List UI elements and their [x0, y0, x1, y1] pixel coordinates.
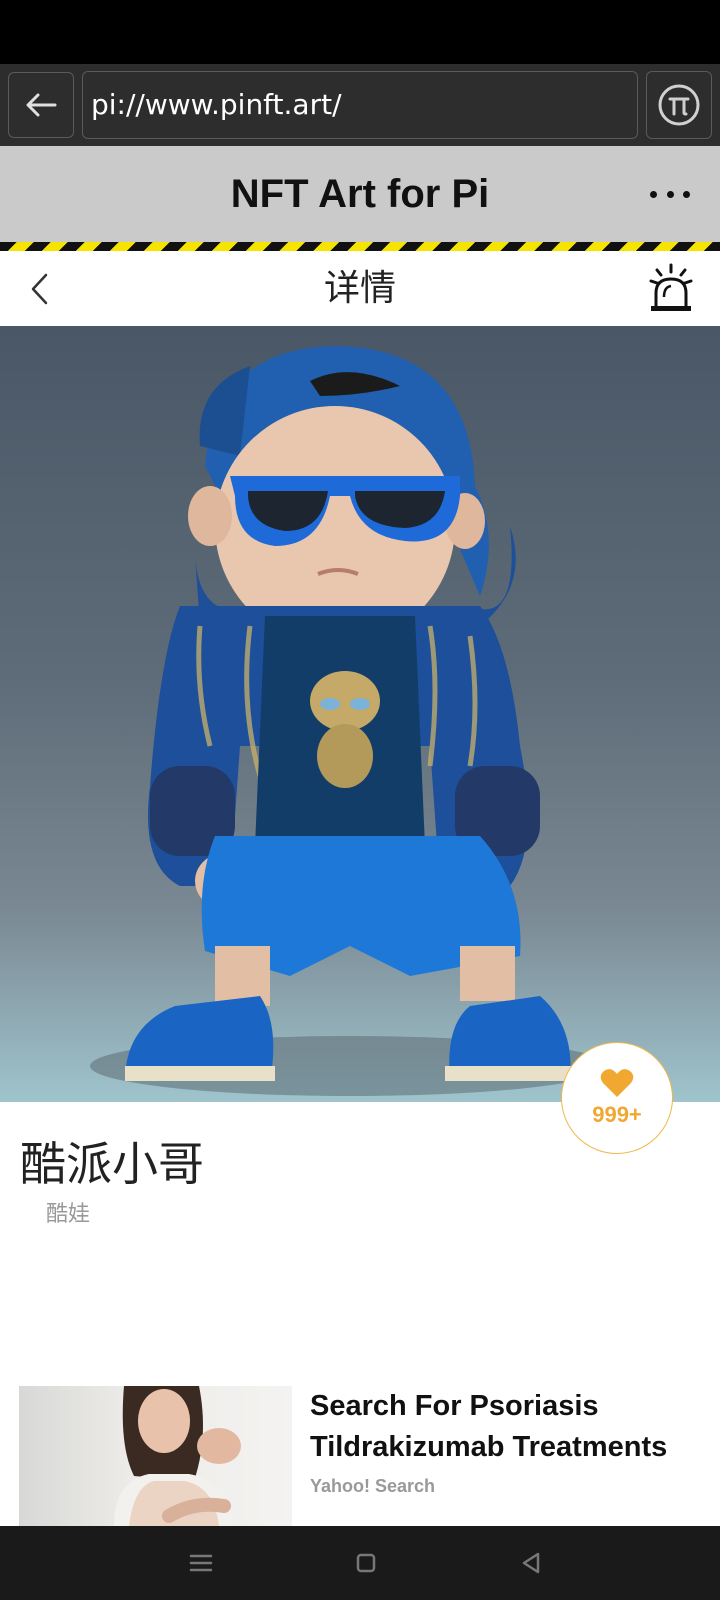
ad-card[interactable]: Search For Psoriasis Tildrakizumab Treat… [0, 1386, 720, 1526]
like-count: 999+ [592, 1102, 642, 1127]
baby-character-illustration [90, 346, 610, 1096]
ad-image[interactable] [19, 1386, 292, 1526]
app-title: NFT Art for Pi [230, 172, 490, 216]
system-nav-bar [0, 1526, 720, 1600]
url-field[interactable]: pi://www.pinft.art/ [82, 71, 638, 139]
pi-browser-button[interactable] [646, 71, 712, 139]
hazard-stripe-divider [0, 242, 720, 251]
browser-bar: pi://www.pinft.art/ [0, 64, 720, 146]
home-square-icon[interactable] [351, 1548, 381, 1578]
back-triangle-icon[interactable] [516, 1548, 546, 1578]
page-title: 详情 [323, 268, 396, 309]
more-dots-icon[interactable] [650, 176, 690, 212]
like-button[interactable]: 999+ [561, 1042, 673, 1154]
woman-photo-illustration [114, 1386, 241, 1526]
menu-icon[interactable] [186, 1548, 216, 1578]
arrow-left-icon [26, 93, 57, 117]
app-header: NFT Art for Pi [0, 146, 720, 242]
alarm-siren-icon[interactable] [648, 261, 694, 313]
nft-category: 酷娃 [46, 1202, 91, 1227]
pi-logo-icon [658, 84, 700, 126]
ad-title[interactable]: Search For Psoriasis Tildrakizumab Treat… [310, 1386, 710, 1468]
status-bar [0, 0, 720, 64]
heart-icon [600, 1069, 634, 1097]
page-header: 详情 [0, 251, 720, 326]
browser-back-button[interactable] [8, 72, 74, 138]
ad-source: Yahoo! Search [310, 1476, 436, 1496]
nft-artwork-image[interactable] [0, 326, 720, 1102]
nft-name: 酷派小哥 [20, 1137, 204, 1191]
